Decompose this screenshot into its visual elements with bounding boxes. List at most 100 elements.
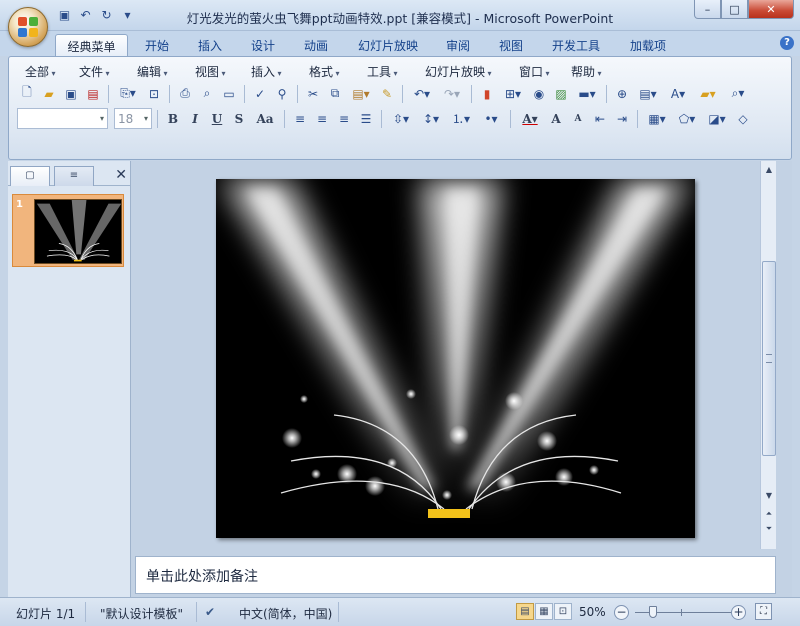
print-icon[interactable]: ⎙ (175, 84, 195, 103)
paste-icon[interactable]: ▤▾ (347, 84, 375, 103)
slide-canvas[interactable] (216, 179, 695, 538)
zoom-in-icon[interactable]: + (731, 605, 746, 620)
copy-icon[interactable]: ⧉ (325, 84, 345, 103)
research-icon[interactable]: ⚲ (272, 84, 292, 103)
spelling-icon[interactable]: ✓ (250, 84, 270, 103)
insert-clipart-icon[interactable]: ◉ (529, 84, 549, 103)
close-pane-icon[interactable]: ✕ (115, 167, 127, 183)
menu-all[interactable]: 全部 (17, 63, 71, 80)
menu-help[interactable]: 帮助 (563, 63, 619, 80)
normal-view-icon[interactable]: ▤ (516, 603, 534, 620)
menu-slide-show[interactable]: 幻灯片放映 (417, 63, 511, 80)
scroll-down-icon[interactable]: ▼ (762, 489, 776, 503)
notes-pane[interactable]: 单击此处添加备注 (135, 556, 776, 594)
help-icon[interactable]: ? (780, 36, 794, 50)
font-name-combo[interactable]: ▾ (17, 108, 108, 129)
insert-chart-icon[interactable]: ▮ (477, 84, 497, 103)
print-preview-icon[interactable]: ⌕ (197, 84, 217, 103)
numbering-icon[interactable]: ⒈▾ (447, 109, 475, 128)
arrange-icon[interactable]: ▦▾ (643, 109, 671, 128)
scroll-up-icon[interactable]: ▲ (762, 163, 776, 177)
align-left-icon[interactable]: ≡ (290, 109, 310, 128)
menu-file[interactable]: 文件 (71, 63, 129, 80)
zoom-level[interactable]: 50% (579, 605, 606, 619)
menu-insert[interactable]: 插入 (243, 63, 301, 80)
undo-icon[interactable]: ↶▾ (408, 84, 436, 103)
new-icon[interactable]: 🗋 (17, 84, 37, 103)
slide-sorter-view-icon[interactable]: ▦ (535, 603, 553, 620)
tab-developer[interactable]: 开发工具 (544, 34, 608, 56)
tab-slides[interactable]: ▢ (10, 166, 50, 186)
shadow-button[interactable]: S (229, 109, 249, 128)
color-grayscale-icon[interactable]: ▬▾ (573, 84, 601, 103)
decrease-indent-icon[interactable]: ⇤ (590, 109, 610, 128)
tab-design[interactable]: 设计 (243, 34, 283, 56)
tab-animations[interactable]: 动画 (296, 34, 336, 56)
zoom-out-icon[interactable]: − (614, 605, 629, 620)
spell-check-icon[interactable]: ✔ (205, 605, 215, 619)
new-slide-icon[interactable]: ⊕ (612, 84, 632, 103)
font-color-icon[interactable]: A▾ (516, 109, 544, 128)
grow-font-button[interactable]: A (546, 109, 566, 128)
shape-fill-icon[interactable]: ◇ (733, 109, 753, 128)
permission-icon[interactable]: ⎘▾ (114, 84, 142, 103)
theme-status[interactable]: "默认设计模板" (100, 605, 183, 622)
zoom-slider-thumb[interactable] (649, 606, 657, 618)
bold-button[interactable]: B (163, 109, 183, 128)
format-painter-icon[interactable]: ✎ (377, 84, 397, 103)
tab-outline[interactable]: ≡ (54, 166, 94, 186)
tab-insert[interactable]: 插入 (190, 34, 230, 56)
text-direction-icon[interactable]: ⇳▾ (387, 109, 415, 128)
change-case-button[interactable]: Aa (251, 109, 279, 128)
open-icon[interactable]: ▰ (39, 84, 59, 103)
menu-edit[interactable]: 编辑 (129, 63, 187, 80)
slide-editor: ▲ ▼ ⏶ ⏷ (135, 161, 776, 549)
menu-window[interactable]: 窗口 (511, 63, 563, 80)
slide-view-icon[interactable]: ▭ (219, 84, 239, 103)
justify-icon[interactable]: ☰ (356, 109, 376, 128)
cut-icon[interactable]: ✂ (303, 84, 323, 103)
next-slide-icon[interactable]: ⏷ (762, 522, 776, 536)
slide-show-view-icon[interactable]: ⊡ (554, 603, 572, 620)
menu-tools[interactable]: 工具 (359, 63, 417, 80)
tab-classic-menu[interactable]: 经典菜单 (55, 34, 128, 56)
line-spacing-icon[interactable]: ↕▾ (417, 109, 445, 128)
tab-home[interactable]: 开始 (137, 34, 177, 56)
vertical-scrollbar[interactable]: ▲ ▼ ⏶ ⏷ (760, 161, 776, 549)
underline-button[interactable]: U (207, 109, 227, 128)
increase-indent-icon[interactable]: ⇥ (612, 109, 632, 128)
office-button[interactable] (8, 7, 48, 47)
menu-view[interactable]: 视图 (187, 63, 243, 80)
align-right-icon[interactable]: ≡ (334, 109, 354, 128)
shapes-icon[interactable]: ⬠▾ (673, 109, 701, 128)
slide-thumbnail[interactable]: 1 (12, 194, 124, 267)
maximize-button[interactable]: □ (721, 0, 748, 19)
scroll-thumb[interactable] (762, 261, 776, 456)
quick-styles-icon[interactable]: ◪▾ (703, 109, 731, 128)
align-center-icon[interactable]: ≡ (312, 109, 332, 128)
close-button[interactable]: ✕ (748, 0, 794, 19)
save-as-pdf-icon[interactable]: ▤ (83, 84, 103, 103)
minimize-button[interactable]: – (694, 0, 721, 19)
redo-icon[interactable]: ↷▾ (438, 84, 466, 103)
language-status[interactable]: 中文(简体，中国) (239, 605, 332, 622)
insert-picture-icon[interactable]: ▨ (551, 84, 571, 103)
open-folder-icon[interactable]: ▰▾ (694, 84, 722, 103)
tab-add-ins[interactable]: 加载项 (622, 34, 674, 56)
tab-review[interactable]: 审阅 (438, 34, 478, 56)
italic-button[interactable]: I (185, 109, 205, 128)
attach-icon[interactable]: ⊡ (144, 84, 164, 103)
bullets-icon[interactable]: •▾ (477, 109, 505, 128)
tab-view[interactable]: 视图 (491, 34, 531, 56)
save-icon[interactable]: ▣ (61, 84, 81, 103)
zoom-icon[interactable]: ⌕▾ (724, 84, 752, 103)
menu-format[interactable]: 格式 (301, 63, 359, 80)
shrink-font-button[interactable]: A (568, 109, 588, 128)
insert-table-icon[interactable]: ⊞▾ (499, 84, 527, 103)
slide-layout-icon[interactable]: ▤▾ (634, 84, 662, 103)
previous-slide-icon[interactable]: ⏶ (762, 507, 776, 521)
font-size-combo[interactable]: 18 ▾ (114, 108, 152, 129)
fit-slide-icon[interactable]: ⛶ (755, 603, 772, 620)
tab-slide-show[interactable]: 幻灯片放映 (350, 34, 426, 56)
text-box-icon[interactable]: A▾ (664, 84, 692, 103)
